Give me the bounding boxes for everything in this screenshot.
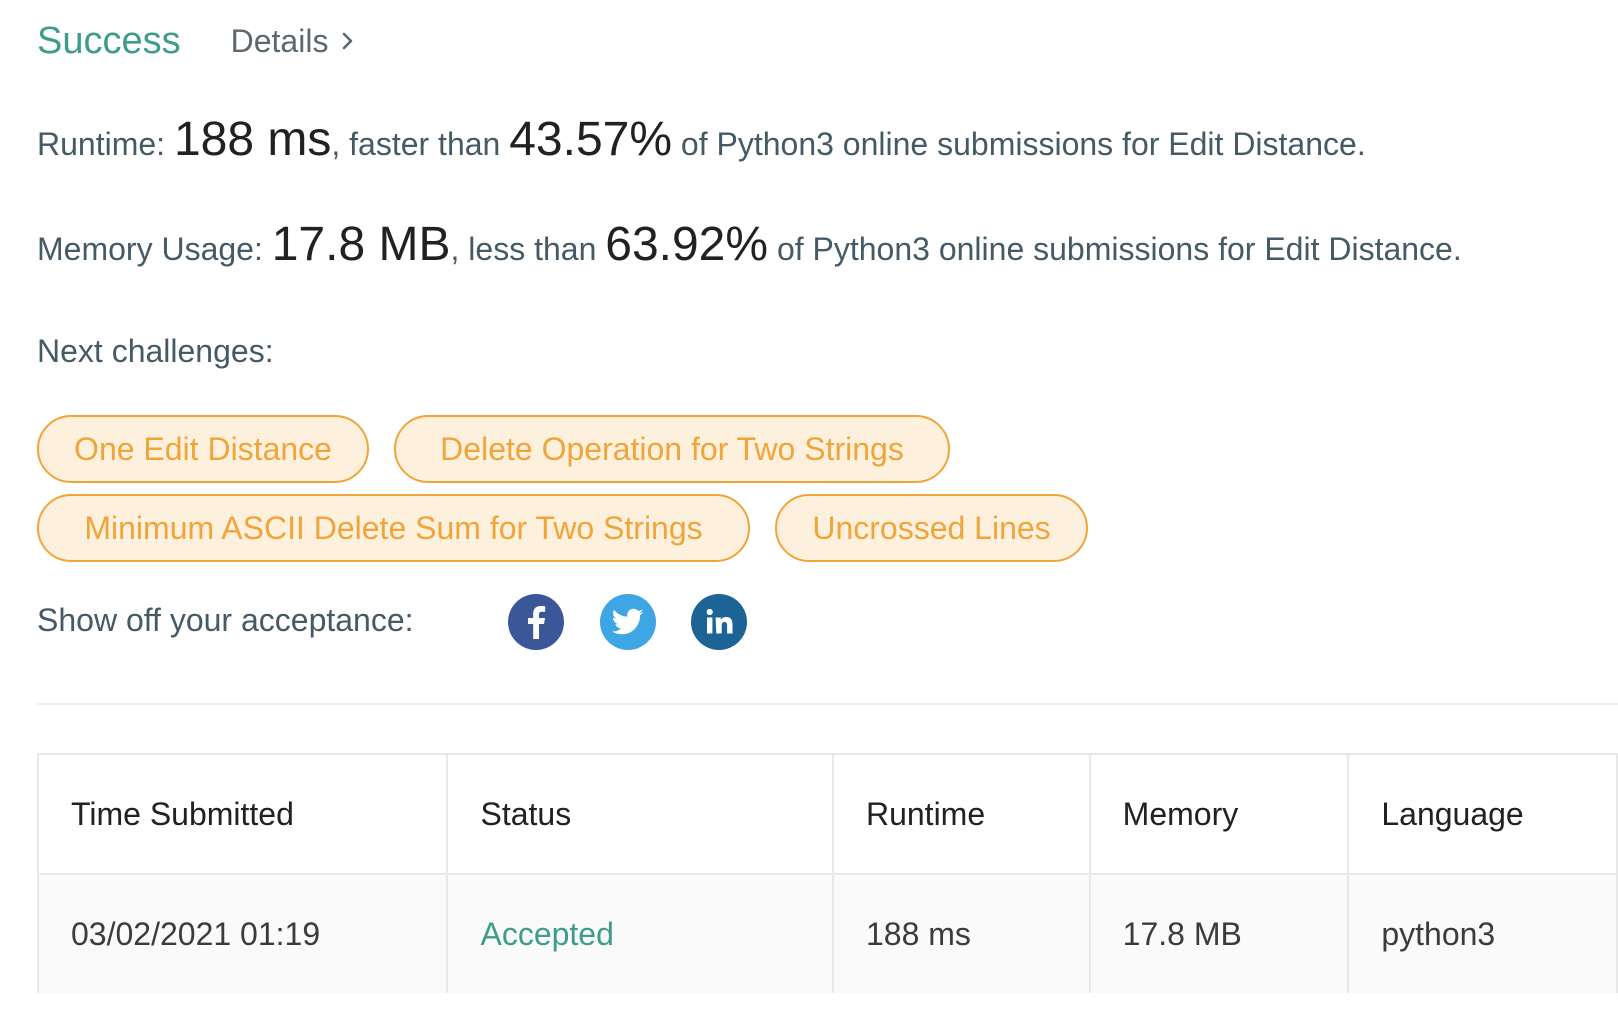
- header-language: Language: [1349, 755, 1618, 873]
- cell-runtime: 188 ms: [834, 875, 1091, 993]
- header-status: Status: [448, 755, 834, 873]
- cell-memory: 17.8 MB: [1091, 875, 1350, 993]
- memory-summary: Memory Usage: 17.8 MB, less than 63.92% …: [37, 217, 1462, 272]
- submissions-table: Time Submitted Status Runtime Memory Lan…: [37, 753, 1618, 993]
- challenge-chip-uncrossed-lines[interactable]: Uncrossed Lines: [775, 494, 1088, 562]
- facebook-icon[interactable]: [508, 594, 564, 650]
- challenge-chip-minimum-ascii[interactable]: Minimum ASCII Delete Sum for Two Strings: [37, 494, 750, 562]
- chevron-right-icon: [342, 31, 354, 51]
- runtime-percent: 43.57%: [509, 113, 673, 166]
- table-header-row: Time Submitted Status Runtime Memory Lan…: [39, 755, 1618, 873]
- memory-mid-text: , less than: [450, 231, 597, 267]
- runtime-value: 188 ms: [173, 113, 332, 166]
- memory-label: Memory Usage:: [37, 231, 263, 267]
- details-label: Details: [230, 22, 329, 59]
- cell-language: python3: [1349, 875, 1618, 993]
- table-row: 03/02/2021 01:19 Accepted 188 ms 17.8 MB…: [39, 873, 1618, 993]
- details-link[interactable]: Details: [231, 23, 355, 60]
- twitter-icon[interactable]: [600, 594, 656, 650]
- header-runtime: Runtime: [834, 755, 1091, 873]
- cell-time-submitted: 03/02/2021 01:19: [39, 875, 449, 993]
- linkedin-icon[interactable]: [691, 594, 747, 650]
- header-memory: Memory: [1091, 755, 1350, 873]
- cell-status-accepted-link[interactable]: Accepted: [448, 875, 834, 993]
- header-time-submitted: Time Submitted: [39, 755, 449, 873]
- memory-tail-text: of Python3 online submissions for Edit D…: [776, 231, 1462, 267]
- runtime-tail-text: of Python3 online submissions for Edit D…: [680, 126, 1366, 162]
- challenge-chip-delete-operation[interactable]: Delete Operation for Two Strings: [394, 415, 950, 483]
- memory-value: 17.8 MB: [271, 218, 451, 271]
- share-label: Show off your acceptance:: [37, 602, 414, 638]
- status-title: Success: [37, 19, 181, 62]
- challenge-chip-one-edit-distance[interactable]: One Edit Distance: [37, 415, 369, 483]
- result-header: Success Details: [37, 16, 354, 66]
- next-challenges-label: Next challenges:: [37, 333, 274, 369]
- memory-percent: 63.92%: [605, 218, 769, 271]
- runtime-label: Runtime:: [37, 126, 166, 162]
- runtime-summary: Runtime: 188 ms, faster than 43.57% of P…: [37, 112, 1366, 167]
- runtime-mid-text: , faster than: [331, 126, 501, 162]
- submission-result-page: Success Details Runtime: 188 ms, faster …: [0, 0, 1618, 1014]
- section-divider: [37, 703, 1618, 705]
